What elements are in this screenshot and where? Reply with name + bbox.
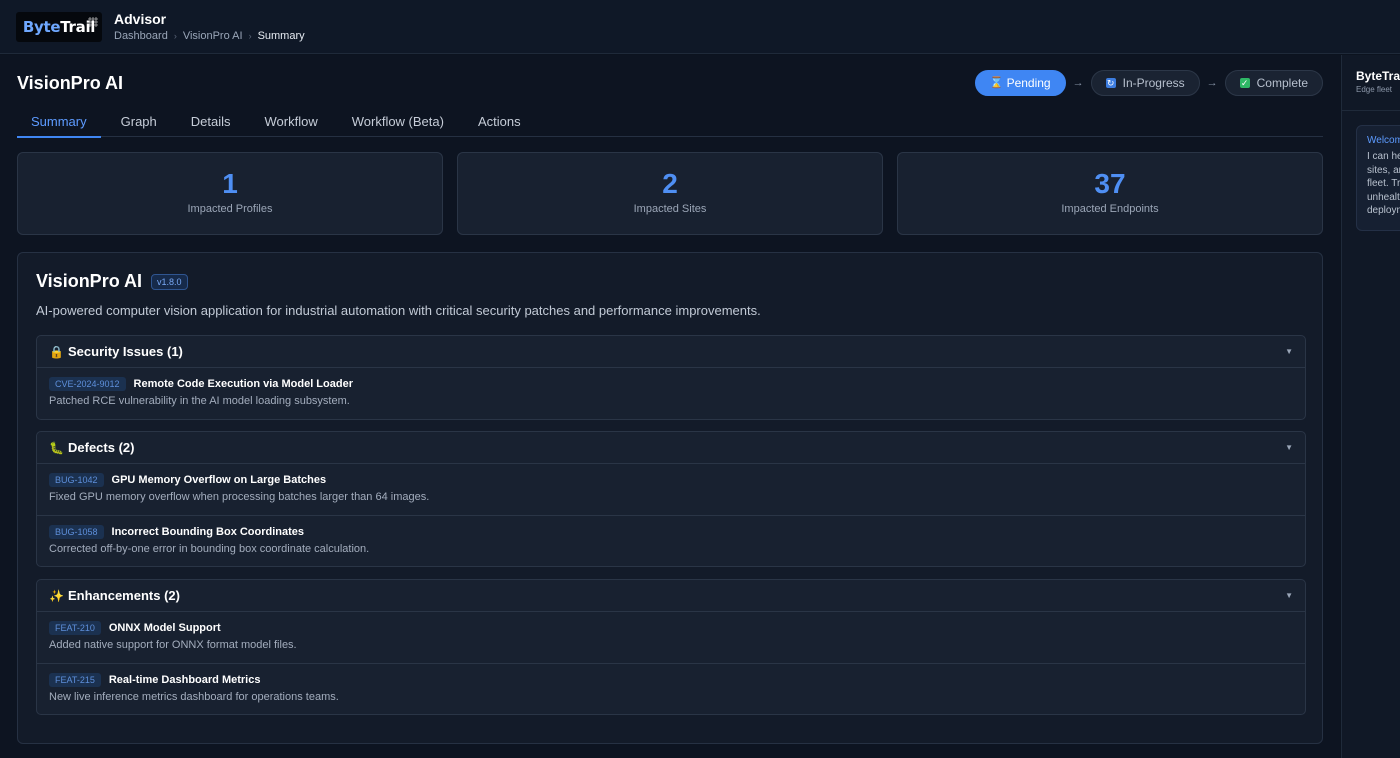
section-title: Defects (2) [68,440,135,455]
status-complete[interactable]: ✓ Complete [1224,70,1323,96]
item-row: FEAT-215 Real-time Dashboard Metrics [49,673,1293,687]
list-item[interactable]: BUG-1058 Incorrect Bounding Box Coordina… [37,515,1305,566]
item-description: Added native support for ONNX format mod… [49,639,297,651]
item-row: BUG-1042 GPU Memory Overflow on Large Ba… [49,473,1293,487]
tab-summary[interactable]: Summary [17,109,101,138]
chevron-down-icon[interactable]: ▼ [1285,347,1293,356]
breadcrumb-dashboard[interactable]: Dashboard [114,30,168,42]
assistant-welcome-message: Welcome I can help sites, and fleet. Try… [1356,125,1400,231]
section-enhancements: ✨ Enhancements (2) ▼ FEAT-210 ONNX Model… [36,579,1306,715]
assistant-header: ByteTrail Edge fleet [1342,55,1400,111]
stat-label: Impacted Endpoints [1061,203,1159,215]
breadcrumb-summary: Summary [257,30,305,42]
message-line: fleet. Try [1367,178,1400,189]
app-title: Advisor [114,11,167,27]
item-row: FEAT-210 ONNX Model Support [49,621,1293,635]
item-title: Real-time Dashboard Metrics [108,674,261,686]
message-heading: Welcome [1367,135,1400,146]
item-id-badge: FEAT-210 [49,621,101,635]
breadcrumb-separator-icon: › [173,31,177,41]
item-description: Patched RCE vulnerability in the AI mode… [49,395,350,407]
status-pending-label: Pending [1006,76,1051,90]
logo-text: ByteTrail [22,17,96,36]
list-item[interactable]: BUG-1042 GPU Memory Overflow on Large Ba… [37,464,1305,515]
bug-icon: 🐛 [49,440,64,455]
hourglass-icon: ⌛ [989,77,1004,89]
tab-details[interactable]: Details [177,109,245,137]
status-in-progress-label: In-Progress [1122,76,1185,90]
breadcrumb: Dashboard › VisionPro AI › Summary [114,30,305,42]
progress-icon: ↻ [1105,78,1116,88]
arrow-right-icon: → [1206,77,1218,89]
status-in-progress[interactable]: ↻ In-Progress [1090,70,1200,96]
page-title: VisionPro AI [17,73,124,93]
item-id-badge: BUG-1058 [49,525,104,539]
assistant-title: ByteTrail [1356,69,1400,83]
message-line: sites, and [1367,164,1400,176]
item-row: BUG-1058 Incorrect Bounding Box Coordina… [49,525,1293,539]
status-pending[interactable]: ⌛ Pending [974,70,1066,96]
assistant-subtitle: Edge fleet [1356,85,1393,94]
breadcrumb-separator-icon: › [248,31,252,41]
item-description: Corrected off-by-one error in bounding b… [49,543,370,555]
status-stepper: ⌛ Pending → ↻ In-Progress → ✓ Complete [974,70,1323,96]
item-id-badge: CVE-2024-9012 [49,377,126,391]
stat-value: 1 [222,168,238,199]
item-title: GPU Memory Overflow on Large Batches [111,474,327,486]
item-row: CVE-2024-9012 Remote Code Execution via … [49,377,1293,391]
item-title: Incorrect Bounding Box Coordinates [111,526,305,538]
arrow-right-icon: → [1072,77,1084,89]
release-card: VisionPro AI v1.8.0 AI-powered computer … [17,252,1323,744]
tab-workflow-beta[interactable]: Workflow (Beta) [338,109,458,137]
section-title: Security Issues (1) [68,344,183,359]
check-icon: ✓ [1239,78,1250,88]
item-description: New live inference metrics dashboard for… [49,691,339,703]
stat-value: 2 [662,168,678,199]
main-content: VisionPro AI ⌛ Pending → ↻ In-Progress →… [0,55,1340,758]
tab-actions[interactable]: Actions [464,109,535,137]
stat-card-profiles: 1 Impacted Profiles [17,152,443,235]
item-id-badge: BUG-1042 [49,473,104,487]
breadcrumb-visionpro[interactable]: VisionPro AI [183,30,243,42]
stat-label: Impacted Sites [633,203,707,215]
version-badge: v1.8.0 [151,273,188,290]
item-id-badge: FEAT-215 [49,673,101,687]
item-title: ONNX Model Support [108,622,221,634]
chevron-down-icon[interactable]: ▼ [1285,443,1293,452]
release-description: AI-powered computer vision application f… [36,303,761,318]
list-item[interactable]: CVE-2024-9012 Remote Code Execution via … [37,368,1305,419]
app-meta: Advisor Dashboard › VisionPro AI › Summa… [114,11,305,42]
stat-card-endpoints: 37 Impacted Endpoints [897,152,1323,235]
item-title: Remote Code Execution via Model Loader [133,378,353,390]
section-header[interactable]: 🔒 Security Issues (1) ▼ [37,336,1305,368]
tab-workflow[interactable]: Workflow [251,109,332,137]
stat-label: Impacted Profiles [187,203,273,215]
stat-value: 37 [1094,168,1126,199]
message-line: deployments [1367,205,1400,216]
sparkles-icon: ✨ [49,588,64,603]
bytetrail-logo[interactable]: ByteTrail [16,11,102,42]
message-line: unhealthy [1367,191,1400,203]
tab-bar: Summary Graph Details Workflow Workflow … [17,109,1323,138]
chevron-down-icon[interactable]: ▼ [1285,591,1293,600]
item-description: Fixed GPU memory overflow when processin… [49,491,430,503]
section-header[interactable]: 🐛 Defects (2) ▼ [37,432,1305,464]
logo-circuit-icon [88,16,98,27]
release-title: VisionPro AI [36,271,143,291]
list-item[interactable]: FEAT-215 Real-time Dashboard Metrics New… [37,663,1305,714]
section-header[interactable]: ✨ Enhancements (2) ▼ [37,580,1305,612]
section-security-issues: 🔒 Security Issues (1) ▼ CVE-2024-9012 Re… [36,335,1306,420]
lock-icon: 🔒 [49,344,64,359]
section-title: Enhancements (2) [68,588,180,603]
release-header: VisionPro AI v1.8.0 [36,271,188,292]
status-complete-label: Complete [1256,76,1308,90]
list-item[interactable]: FEAT-210 ONNX Model Support Added native… [37,612,1305,663]
tab-graph[interactable]: Graph [107,109,171,137]
message-line: I can help [1367,151,1400,162]
section-defects: 🐛 Defects (2) ▼ BUG-1042 GPU Memory Over… [36,431,1306,567]
assistant-panel: ByteTrail Edge fleet Welcome I can help … [1341,55,1400,758]
top-header: ByteTrail Advisor Dashboard › VisionPro … [0,0,1400,54]
stat-card-sites: 2 Impacted Sites [457,152,883,235]
